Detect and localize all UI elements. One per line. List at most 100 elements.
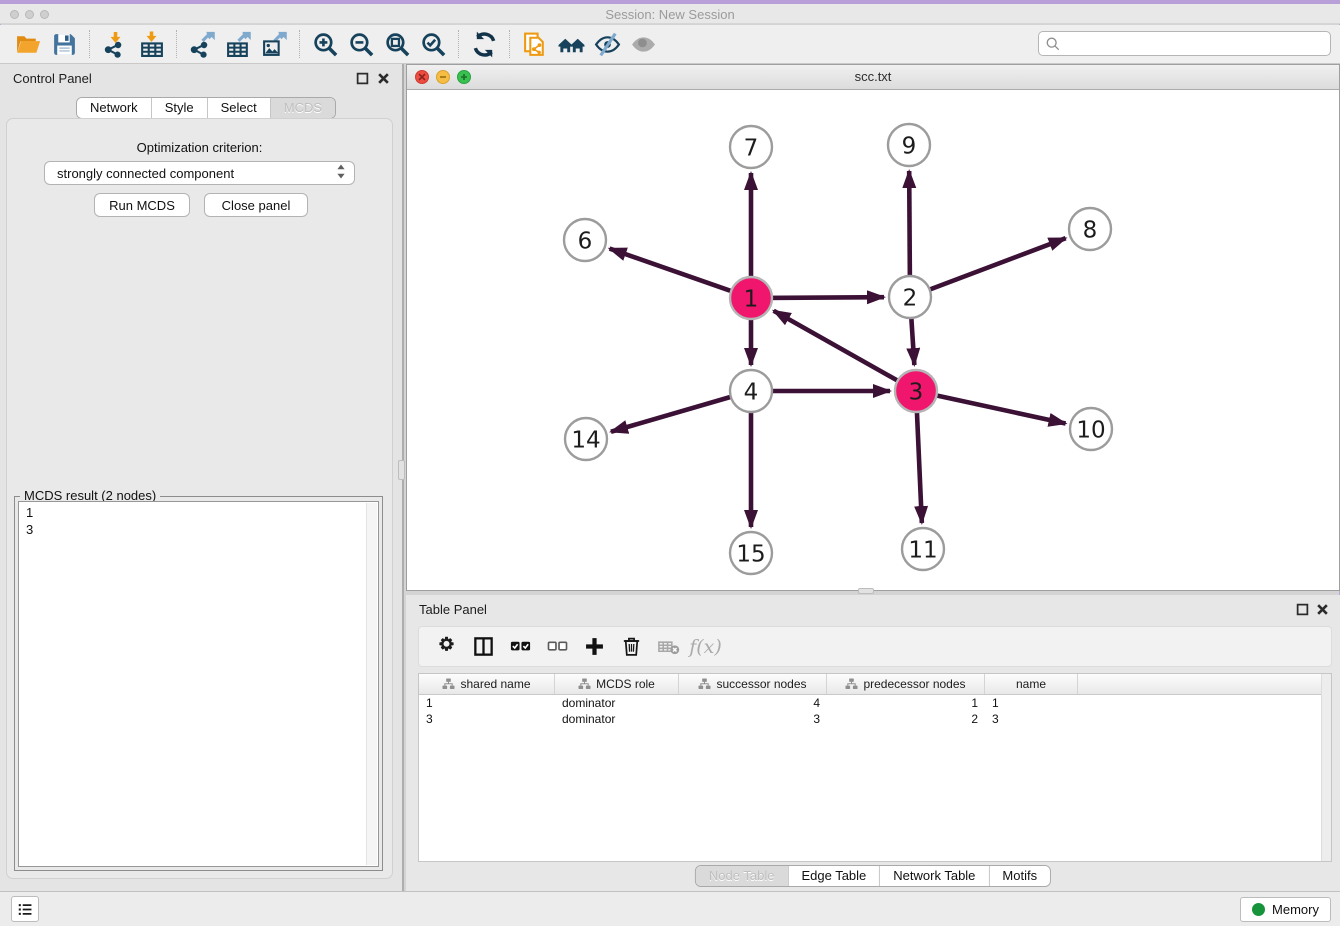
vertical-splitter-grip[interactable] <box>398 460 405 480</box>
edge-2-9[interactable] <box>909 171 910 284</box>
tab-mcds[interactable]: MCDS <box>270 98 335 118</box>
export-network-icon[interactable] <box>184 28 220 60</box>
delete-column-icon[interactable] <box>613 631 650 663</box>
column-header-successor-nodes[interactable]: successor nodes <box>679 674 827 694</box>
column-header-name[interactable]: name <box>985 674 1078 694</box>
edge-3-11[interactable] <box>917 404 922 523</box>
edge-2-8[interactable] <box>922 238 1066 292</box>
horizontal-splitter-grip[interactable] <box>858 588 874 594</box>
table-cell[interactable]: 2 <box>827 711 985 727</box>
table-tab-network-table[interactable]: Network Table <box>879 866 988 886</box>
column-header-predecessor-nodes[interactable]: predecessor nodes <box>827 674 985 694</box>
table-settings-icon[interactable] <box>428 631 465 663</box>
graph-node-2[interactable]: 2 <box>889 276 931 318</box>
column-header-mcds-role[interactable]: MCDS role <box>555 674 679 694</box>
column-header-label: successor nodes <box>716 677 806 691</box>
mcds-result-item[interactable]: 3 <box>19 521 378 538</box>
zoom-in-icon[interactable] <box>307 28 343 60</box>
table-row[interactable]: 1dominator411 <box>419 695 1331 711</box>
graph-node-14[interactable]: 14 <box>565 418 607 460</box>
open-session-icon[interactable] <box>10 28 46 60</box>
tab-select[interactable]: Select <box>207 98 270 118</box>
graph-node-11[interactable]: 11 <box>902 528 944 570</box>
close-panel-button[interactable]: Close panel <box>204 193 308 217</box>
table-cell[interactable]: 1 <box>985 695 1078 711</box>
export-image-icon[interactable] <box>256 28 292 60</box>
table-cell[interactable]: 1 <box>419 695 555 711</box>
network-window-titlebar[interactable]: scc.txt <box>407 65 1339 90</box>
edge-1-2[interactable] <box>764 297 884 298</box>
table-cell[interactable]: dominator <box>555 695 679 711</box>
import-network-icon[interactable] <box>97 28 133 60</box>
save-session-icon[interactable] <box>46 28 82 60</box>
network-canvas-svg[interactable]: 7 9 6 8 1 2 4 3 14 10 15 11 <box>407 90 1339 590</box>
zoom-out-icon[interactable] <box>343 28 379 60</box>
edge-4-14[interactable] <box>611 395 739 432</box>
float-panel-icon[interactable] <box>356 72 369 85</box>
table-cell[interactable]: 3 <box>679 711 827 727</box>
first-neighbors-icon[interactable] <box>553 28 589 60</box>
graph-node-1[interactable]: 1 <box>730 277 772 319</box>
memory-button[interactable]: Memory <box>1240 897 1331 922</box>
add-column-icon[interactable] <box>576 631 613 663</box>
table-tab-node-table[interactable]: Node Table <box>696 866 788 886</box>
import-table-icon[interactable] <box>133 28 169 60</box>
optimization-criterion-label: Optimization criterion: <box>7 140 392 155</box>
table-cell[interactable]: 3 <box>985 711 1078 727</box>
zoom-selected-icon[interactable] <box>415 28 451 60</box>
hide-selected-icon[interactable] <box>589 28 625 60</box>
control-panel-title: Control Panel <box>13 71 92 86</box>
mcds-result-list[interactable]: 13 <box>18 501 379 867</box>
graph-node-15[interactable]: 15 <box>730 532 772 574</box>
select-stepper-icon <box>336 163 346 183</box>
network-canvas[interactable]: 7 9 6 8 1 2 4 3 14 10 15 11 <box>407 90 1339 590</box>
graph-node-10[interactable]: 10 <box>1070 408 1112 450</box>
search-input[interactable] <box>1065 36 1324 51</box>
edge-3-1[interactable] <box>774 311 905 385</box>
graph-node-6[interactable]: 6 <box>564 219 606 261</box>
memory-label: Memory <box>1272 902 1319 917</box>
table-cell[interactable]: 1 <box>827 695 985 711</box>
table-cell[interactable]: dominator <box>555 711 679 727</box>
table-tab-motifs[interactable]: Motifs <box>988 866 1050 886</box>
node-label: 11 <box>908 537 937 563</box>
mcds-result-item[interactable]: 1 <box>19 504 378 521</box>
column-type-icon <box>578 678 591 690</box>
export-table-icon[interactable] <box>220 28 256 60</box>
graph-node-8[interactable]: 8 <box>1069 208 1111 250</box>
task-history-button[interactable] <box>11 896 39 922</box>
graph-node-7[interactable]: 7 <box>730 126 772 168</box>
deselect-all-icon[interactable] <box>539 631 576 663</box>
column-header-shared-name[interactable]: shared name <box>419 674 555 694</box>
edge-1-6[interactable] <box>610 249 739 294</box>
table-scrollbar[interactable] <box>1321 674 1331 861</box>
tab-style[interactable]: Style <box>151 98 207 118</box>
titlebar: Session: New Session <box>0 4 1340 24</box>
application-window: Session: New Session Control Panel Netwo… <box>0 0 1340 926</box>
close-table-panel-icon[interactable] <box>1316 603 1329 616</box>
optimization-criterion-select[interactable]: strongly connected component <box>44 161 355 185</box>
table-tab-edge-table[interactable]: Edge Table <box>787 866 879 886</box>
result-scrollbar[interactable] <box>366 503 377 865</box>
close-panel-icon[interactable] <box>377 72 390 85</box>
graph-node-4[interactable]: 4 <box>730 370 772 412</box>
tab-network[interactable]: Network <box>77 98 151 118</box>
mcds-result-group: MCDS result (2 nodes) 13 <box>14 496 383 871</box>
graph-node-3[interactable]: 3 <box>895 370 937 412</box>
clone-network-icon[interactable] <box>517 28 553 60</box>
show-columns-icon[interactable] <box>465 631 502 663</box>
float-table-panel-icon[interactable] <box>1296 603 1309 616</box>
node-label: 3 <box>909 379 924 405</box>
table-cell[interactable]: 4 <box>679 695 827 711</box>
zoom-fit-icon[interactable] <box>379 28 415 60</box>
apply-layout-icon[interactable] <box>466 28 502 60</box>
column-header-label: MCDS role <box>596 677 655 691</box>
run-mcds-button[interactable]: Run MCDS <box>94 193 190 217</box>
search-box[interactable] <box>1038 31 1331 56</box>
select-all-icon[interactable] <box>502 631 539 663</box>
graph-node-9[interactable]: 9 <box>888 124 930 166</box>
node-label: 2 <box>903 285 918 311</box>
table-cell[interactable]: 3 <box>419 711 555 727</box>
table-row[interactable]: 3dominator323 <box>419 711 1331 727</box>
edge-3-10[interactable] <box>929 394 1066 424</box>
